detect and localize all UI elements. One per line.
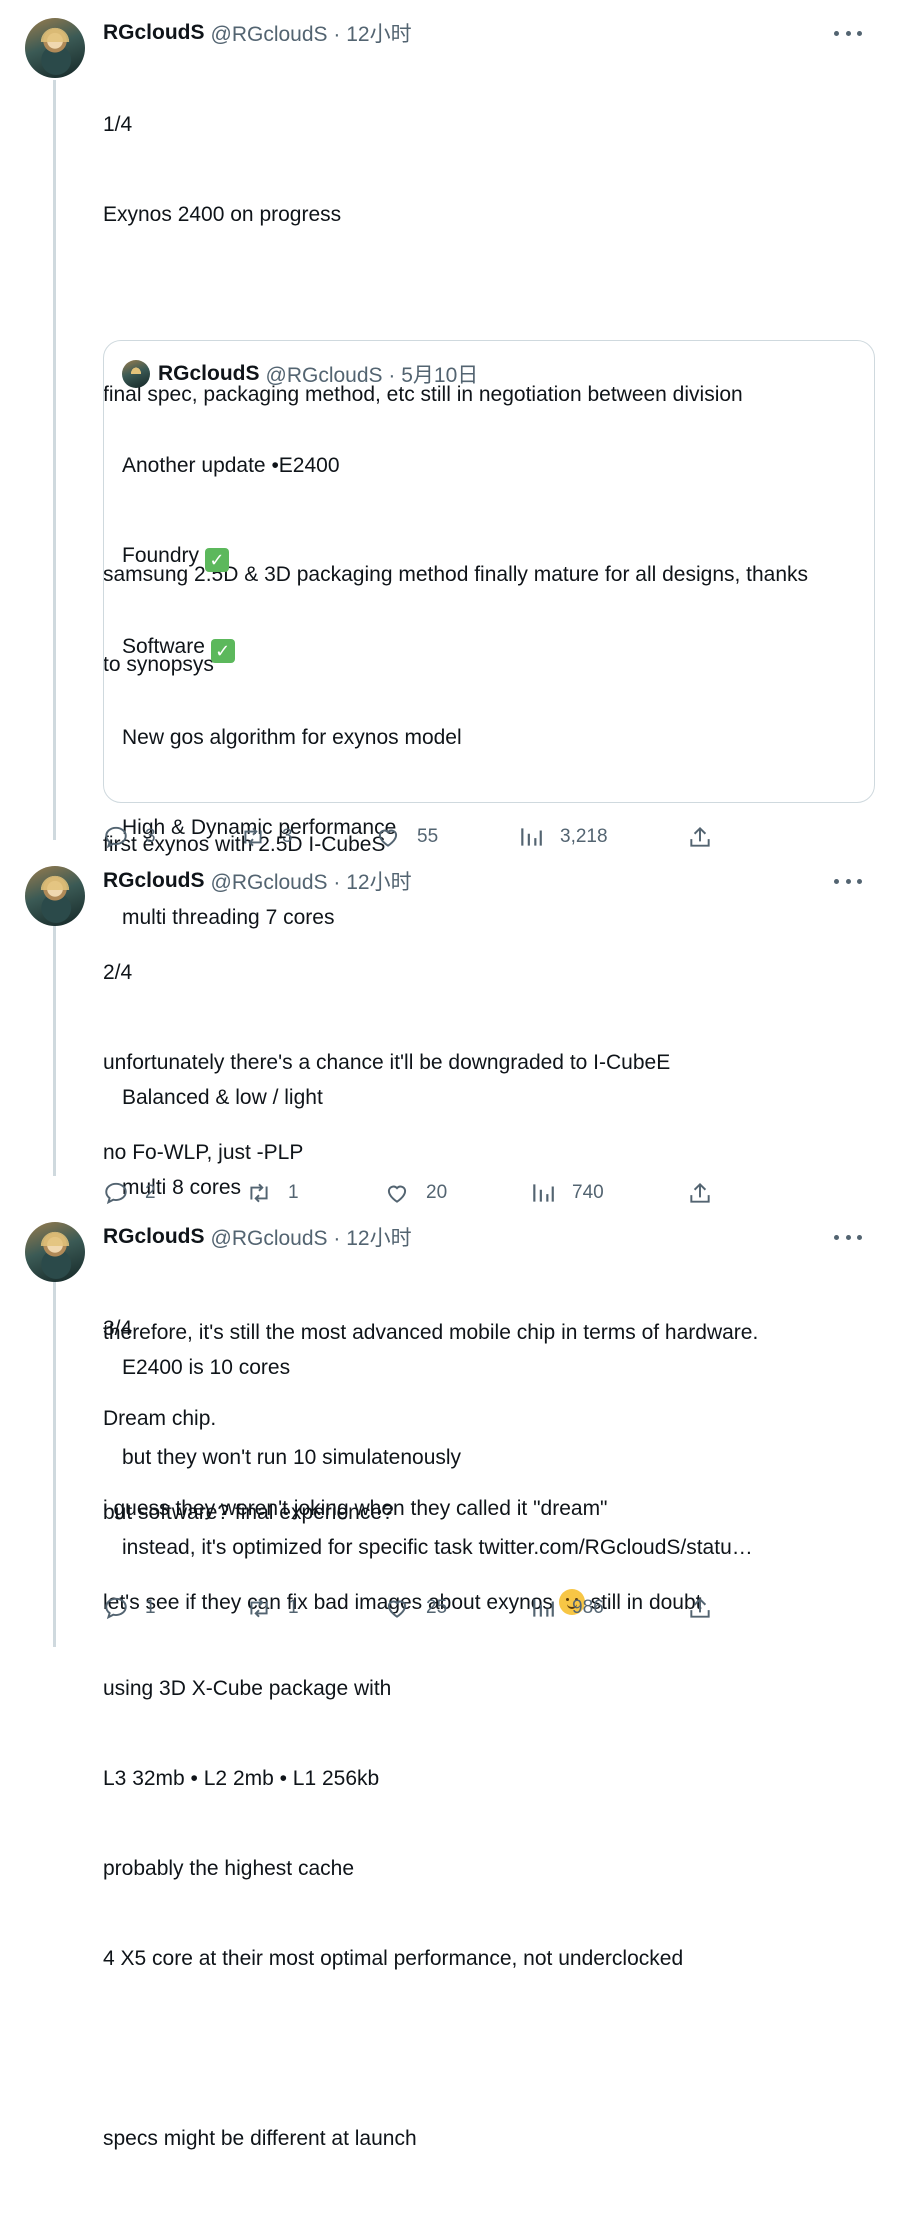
text-line: probably the highest cache: [103, 1857, 355, 1880]
tweet-text: 3/4 Dream chip. i guess they weren't jok…: [103, 1254, 863, 2214]
retweet-count: 3: [282, 826, 293, 847]
like-count: 25: [426, 1597, 448, 1618]
retweet-icon: [244, 827, 262, 847]
retweet-button[interactable]: 1: [246, 1593, 299, 1623]
text-line: using 3D X-Cube package with: [103, 1677, 392, 1700]
like-button[interactable]: 20: [384, 1178, 447, 1208]
retweet-icon: [250, 1183, 268, 1203]
reply-button[interactable]: 2: [103, 1178, 156, 1208]
text-line: specs might be different at launch: [103, 2127, 417, 2150]
tweet-header: RGcloudS @RGcloudS · 12小时: [103, 18, 412, 48]
quoted-tweet[interactable]: RGcloudS @RGcloudS · 5月10日 Another updat…: [103, 340, 875, 1559]
text-line: unfortunately there's a chance it'll be …: [103, 1051, 671, 1074]
like-button[interactable]: 55: [375, 822, 438, 852]
text-line: no Fo-WLP, just -PLP: [103, 1141, 304, 1164]
reply-count: 1: [145, 1597, 156, 1618]
avatar[interactable]: [25, 18, 85, 78]
more-options-icon[interactable]: [834, 28, 862, 38]
avatar[interactable]: [25, 1222, 85, 1282]
text-line: Dream chip.: [103, 1407, 217, 1430]
thread-index: 3/4: [103, 1317, 133, 1340]
views-button[interactable]: 3,218: [518, 822, 608, 852]
author-handle-time[interactable]: @RGcloudS · 12小时: [211, 1222, 412, 1252]
author-name[interactable]: RGcloudS: [103, 1225, 205, 1249]
more-options-icon[interactable]: [834, 876, 862, 886]
text-line: Foundry ✓: [122, 541, 852, 572]
share-button[interactable]: [687, 822, 713, 852]
text-line: Another update •E2400: [122, 454, 340, 477]
heart-icon: [387, 1185, 407, 1203]
text-line: High & Dynamic performance: [122, 816, 397, 839]
quoted-header: RGcloudS @RGcloudS · 5月10日: [122, 359, 478, 389]
view-count: 740: [572, 1182, 604, 1203]
reply-icon: [105, 1182, 127, 1205]
text-line: Exynos 2400 on progress: [103, 203, 342, 226]
like-count: 20: [426, 1182, 448, 1203]
check-mark-icon: ✓: [204, 548, 229, 572]
reply-icon: [105, 1597, 127, 1620]
like-button[interactable]: 25: [384, 1593, 447, 1623]
reply-button[interactable]: 1: [103, 1593, 156, 1623]
reply-count: 3: [145, 826, 156, 847]
text-line: [103, 2034, 863, 2064]
author-name[interactable]: RGcloudS: [103, 21, 205, 45]
quoted-author-name: RGcloudS: [158, 362, 260, 385]
heart-icon: [378, 829, 398, 847]
retweet-count: 1: [288, 1597, 299, 1618]
text-line: New gos algorithm for exynos model: [122, 726, 462, 749]
view-count: 986: [572, 1597, 604, 1618]
views-button[interactable]: 740: [530, 1178, 604, 1208]
share-button[interactable]: [687, 1593, 713, 1623]
tweet-header: RGcloudS @RGcloudS · 12小时: [103, 1222, 412, 1252]
thread-index: 2/4: [103, 961, 133, 984]
quoted-author-handle-time: @RGcloudS · 5月10日: [265, 364, 479, 387]
text-line: L3 32mb • L2 2mb • L1 256kb: [103, 1767, 380, 1790]
views-chart-icon: [533, 1184, 554, 1202]
author-handle-time[interactable]: @RGcloudS · 12小时: [211, 18, 412, 48]
thread-page: RGcloudS @RGcloudS · 12小时 1/4 Exynos 240…: [0, 0, 898, 2150]
text-line: 4 X5 core at their most optimal performa…: [103, 1947, 684, 1970]
more-options-icon[interactable]: [834, 1232, 862, 1242]
thread-line: [53, 1246, 56, 1647]
share-icon: [690, 826, 710, 847]
text-line: [103, 290, 863, 320]
retweet-button[interactable]: 3: [240, 822, 293, 852]
avatar[interactable]: [25, 866, 85, 926]
heart-icon: [387, 1600, 407, 1618]
thread-index: 1/4: [103, 113, 133, 136]
text-line: [103, 1584, 863, 1614]
author-name[interactable]: RGcloudS: [103, 869, 205, 893]
views-button[interactable]: 986: [530, 1593, 604, 1623]
like-count: 55: [417, 826, 439, 847]
quoted-avatar: [122, 360, 150, 388]
retweet-count: 1: [288, 1182, 299, 1203]
share-icon: [690, 1597, 710, 1618]
reply-count: 2: [145, 1182, 156, 1203]
views-chart-icon: [521, 828, 542, 846]
retweet-icon: [250, 1598, 268, 1618]
share-icon: [690, 1182, 710, 1203]
thread-line: [53, 906, 56, 1176]
share-button[interactable]: [687, 1178, 713, 1208]
author-handle-time[interactable]: @RGcloudS · 12小时: [211, 866, 412, 896]
tweet-header: RGcloudS @RGcloudS · 12小时: [103, 866, 412, 896]
thread-line: [53, 80, 56, 840]
view-count: 3,218: [560, 826, 608, 847]
text-line: Software ✓: [122, 632, 852, 663]
views-chart-icon: [533, 1599, 554, 1617]
reply-icon: [105, 826, 127, 849]
reply-button[interactable]: 3: [103, 822, 156, 852]
retweet-button[interactable]: 1: [246, 1178, 299, 1208]
check-mark-icon: ✓: [210, 639, 235, 663]
text-line: i guess they weren't joking when they ca…: [103, 1497, 608, 1520]
